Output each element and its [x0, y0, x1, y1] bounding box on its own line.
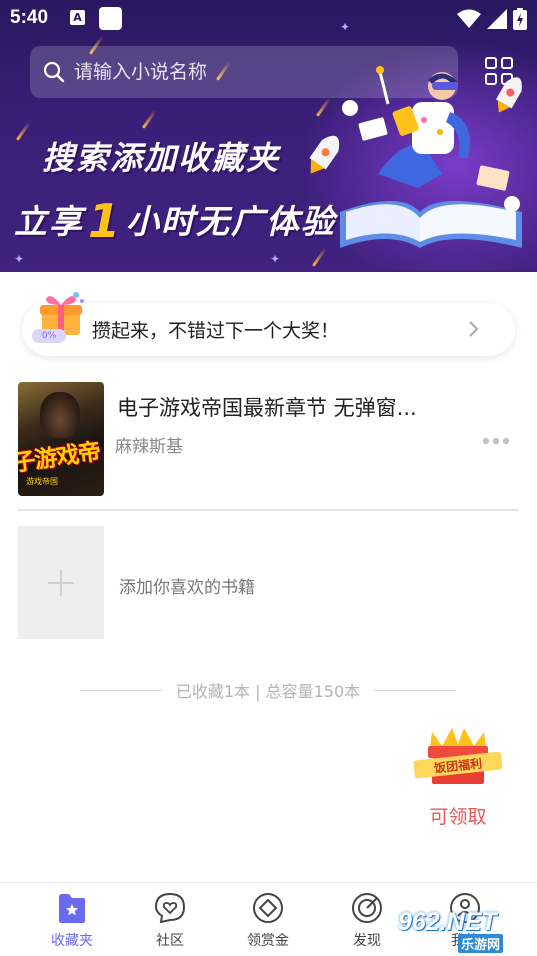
banner-subheadline-prefix: 立享: [14, 202, 84, 241]
status-square-icon: [99, 7, 122, 30]
capacity-line-right: [374, 689, 457, 691]
reward-gift-icon: 饭团福利: [413, 728, 503, 784]
nav-item-bounty[interactable]: 领赏金: [228, 891, 308, 951]
capacity-line-left: [80, 689, 162, 691]
nav-label-community: 社区: [156, 933, 184, 949]
book-author: 麻辣斯基: [115, 437, 183, 457]
status-a-icon: A: [70, 10, 85, 25]
cover-subtitle: 游戏帝国: [26, 477, 58, 486]
book-cover[interactable]: 子游戏帝 游戏帝国: [18, 382, 104, 496]
meteor-decoration: [15, 121, 32, 141]
nav-label-discover: 发现: [353, 933, 381, 949]
chevron-right-icon[interactable]: [463, 319, 483, 339]
star-decoration: ✦: [270, 252, 281, 266]
compass-icon: [352, 893, 382, 923]
add-book-item[interactable]: 添加你喜欢的书籍: [18, 526, 518, 639]
banner-highlight-number: 1: [88, 194, 123, 248]
plus-icon: [48, 569, 74, 596]
nav-label-bounty: 领赏金: [247, 933, 289, 949]
watermark-subtitle: 乐游网: [458, 934, 504, 953]
bookmark-star-icon: [59, 894, 85, 923]
nav-item-discover[interactable]: 发现: [327, 891, 407, 951]
header-banner[interactable]: ✦ ✦ ✦ 5:40 A 搜索添加收藏夹 立享1小时无广体验: [0, 0, 537, 272]
prize-percent-badge: 0%: [32, 329, 66, 343]
add-book-label: 添加你喜欢的书籍: [119, 578, 255, 598]
site-watermark: 962.NET 乐游网: [398, 908, 532, 953]
status-time: 5:40: [10, 7, 49, 28]
wifi-icon: [457, 9, 481, 28]
banner-subheadline: 立享1 小时无广体验: [14, 190, 336, 248]
more-options-icon[interactable]: [482, 436, 510, 446]
book-title[interactable]: 电子游戏帝国最新章节 无弹窗...: [117, 392, 417, 422]
coin-diamond-icon: [253, 893, 283, 923]
collection-capacity: 已收藏1本 | 总容量150本: [80, 678, 457, 702]
star-decoration: ✦: [14, 252, 25, 266]
banner-headline: 搜索添加收藏夹: [42, 139, 281, 177]
book-list-item[interactable]: 子游戏帝 游戏帝国 电子游戏帝国最新章节 无弹窗... 麻辣斯基: [18, 382, 518, 496]
reading-illustration-icon: [309, 66, 522, 248]
nav-label-favorites: 收藏夹: [51, 933, 93, 949]
watermark-logo: 962.NET: [398, 908, 497, 936]
prize-text: 攒起来，不错过下一个大奖！: [92, 320, 340, 342]
reward-label: 可领取: [429, 806, 487, 828]
cover-title: 子游戏帝: [18, 438, 102, 477]
list-divider: [18, 509, 519, 511]
status-bar: 5:40 A: [0, 0, 537, 36]
battery-icon: [513, 8, 527, 30]
meteor-decoration: [141, 109, 158, 129]
add-book-button[interactable]: [18, 526, 104, 639]
nav-item-community[interactable]: 社区: [130, 891, 210, 951]
nav-item-favorites[interactable]: 收藏夹: [32, 891, 112, 951]
reward-floating-button[interactable]: 饭团福利 可领取: [408, 726, 508, 832]
heart-chat-icon: [154, 892, 186, 924]
status-right-icons: [457, 8, 527, 30]
prize-progress-banner[interactable]: 攒起来，不错过下一个大奖！: [22, 292, 515, 356]
cover-figure: [40, 392, 80, 438]
capacity-text: 已收藏1本 | 总容量150本: [175, 682, 361, 701]
signal-icon: [487, 9, 507, 29]
search-icon: [43, 61, 65, 83]
